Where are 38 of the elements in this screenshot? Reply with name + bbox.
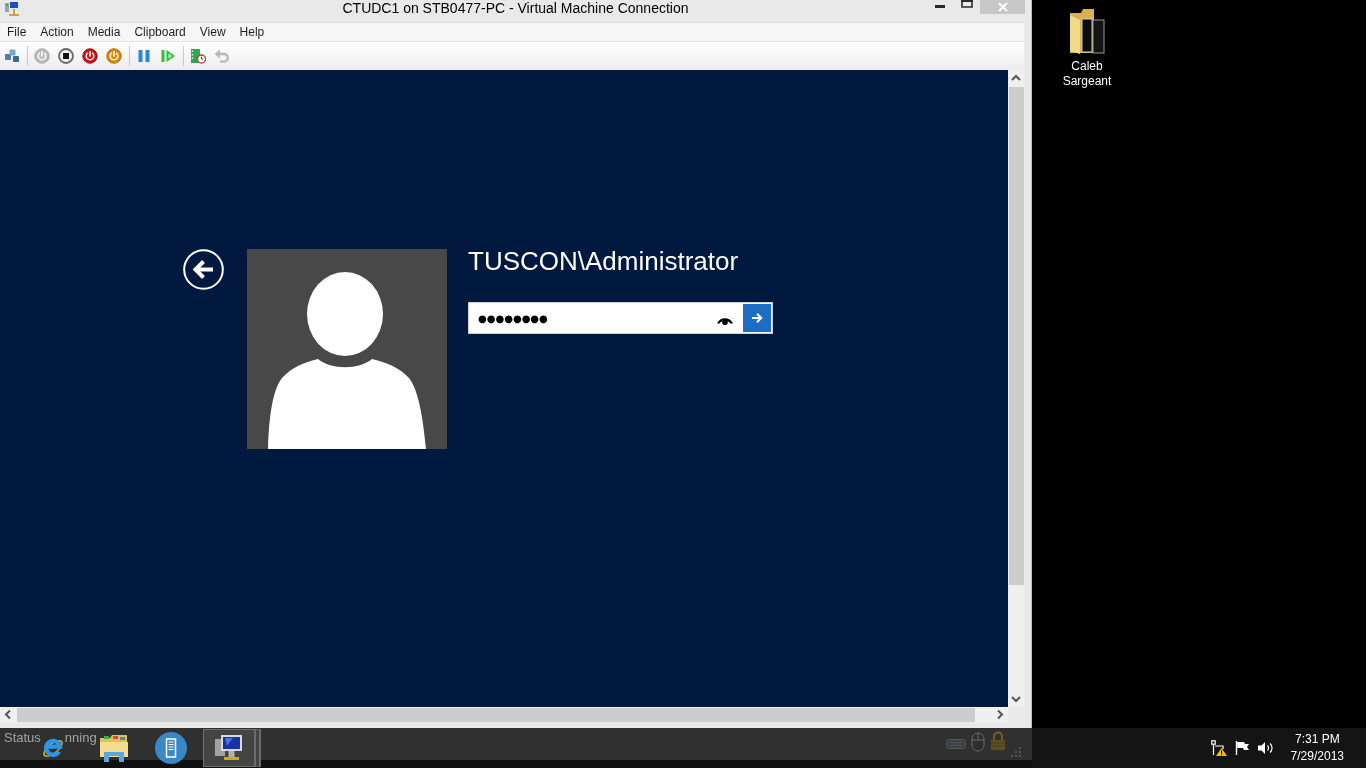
folder-icon xyxy=(97,733,130,763)
resize-grip-icon[interactable] xyxy=(1011,747,1021,757)
power-icon[interactable] xyxy=(82,48,98,64)
clock-time[interactable]: 7:31 PM xyxy=(1294,731,1340,748)
keyboard-icon xyxy=(946,739,966,749)
taskbar-button[interactable] xyxy=(202,729,261,767)
menu-item[interactable]: Media xyxy=(80,23,128,41)
submit-button[interactable] xyxy=(743,304,771,332)
menu-item[interactable]: Clipboard xyxy=(127,23,193,41)
film-clock-icon[interactable] xyxy=(190,48,206,64)
server-icon xyxy=(154,732,187,764)
icon-label[interactable]: Caleb Sargeant xyxy=(1052,59,1122,89)
password-field[interactable]: ●●●●●●●● xyxy=(468,302,773,334)
menu-item[interactable]: Help xyxy=(232,23,272,41)
pause-icon[interactable] xyxy=(136,48,152,64)
computer-network-icon[interactable] xyxy=(4,0,20,16)
status-text: Status xyxy=(4,730,41,745)
taskbar-button[interactable] xyxy=(153,729,188,767)
stop-icon[interactable] xyxy=(58,48,74,64)
menu-item[interactable]: View xyxy=(192,23,233,41)
vertical-scrollbar[interactable] xyxy=(1008,70,1024,707)
close-icon xyxy=(997,2,1008,12)
flag-icon[interactable] xyxy=(1234,741,1249,755)
power-icon[interactable] xyxy=(106,48,122,64)
clock-date[interactable]: 7/29/2013 xyxy=(1290,748,1344,765)
mouse-icon xyxy=(971,732,985,752)
keys-icon[interactable] xyxy=(4,48,20,64)
arrow-right-icon xyxy=(751,312,763,324)
window-title: CTUDC1 on STB0477-PC - Virtual Machine Connection xyxy=(342,0,689,16)
padlock-icon xyxy=(990,731,1006,751)
account-name: TUSCON\Administrator xyxy=(468,246,739,276)
speaker-icon[interactable] xyxy=(1257,741,1274,755)
status-text: nning xyxy=(64,730,97,745)
scrollbar-thumb[interactable] xyxy=(1008,87,1024,585)
menu-item[interactable]: Action xyxy=(33,23,81,41)
network-warning-icon[interactable] xyxy=(1210,740,1227,756)
maximize-icon[interactable] xyxy=(961,0,973,8)
menu-item[interactable]: File xyxy=(0,23,34,41)
